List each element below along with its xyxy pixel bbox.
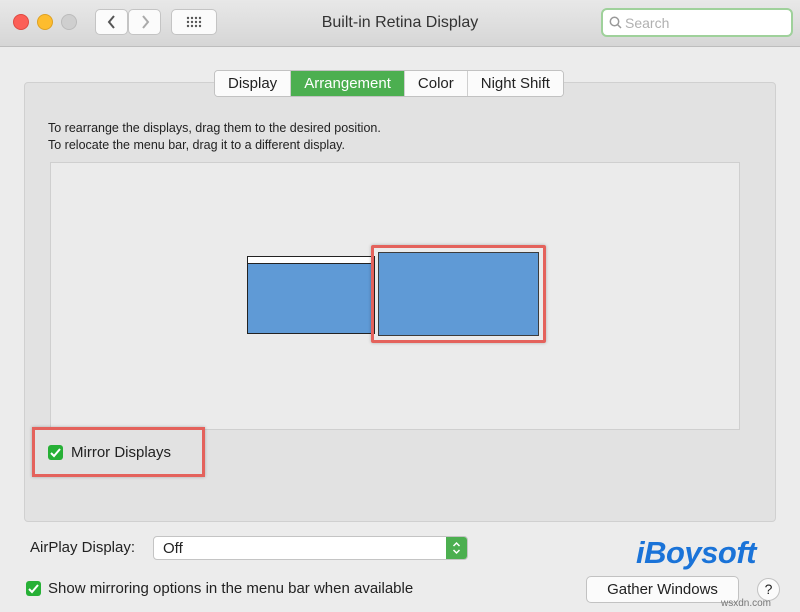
chevron-right-icon — [141, 15, 149, 29]
close-window-button[interactable] — [13, 14, 29, 30]
display-primary[interactable] — [247, 256, 375, 334]
airplay-select[interactable]: Off — [153, 536, 468, 560]
zoom-window-button[interactable] — [61, 14, 77, 30]
show-mirroring-label: Show mirroring options in the menu bar w… — [48, 580, 414, 597]
minimize-window-button[interactable] — [37, 14, 53, 30]
chevron-left-icon — [107, 15, 115, 29]
show-all-button[interactable] — [171, 9, 217, 35]
back-button[interactable] — [95, 9, 128, 35]
watermark: wsxdn.com — [721, 598, 772, 609]
forward-button[interactable] — [128, 9, 161, 35]
iboysoft-logo: iBoysoft — [636, 535, 757, 570]
airplay-label: AirPlay Display: — [30, 539, 136, 556]
gather-windows-button[interactable]: Gather Windows — [586, 576, 739, 603]
tab-bar: Display Arrangement Color Night Shift — [214, 70, 564, 97]
mirror-displays-label: Mirror Displays — [71, 444, 172, 461]
tab-display[interactable]: Display — [215, 71, 292, 96]
checkmark-icon — [50, 447, 61, 457]
instruction-text-menu-bar: To relocate the menu bar, drag it to a d… — [48, 138, 345, 152]
grid-icon — [186, 16, 202, 28]
show-mirroring-option[interactable]: Show mirroring options in the menu bar w… — [26, 580, 413, 597]
display-secondary[interactable] — [378, 252, 539, 336]
search-icon — [609, 16, 622, 29]
menu-bar-handle[interactable] — [248, 257, 374, 264]
tab-night-shift[interactable]: Night Shift — [467, 71, 563, 96]
select-arrows-icon — [446, 537, 467, 559]
mirror-displays-checkbox[interactable] — [48, 445, 63, 460]
title-bar: Built-in Retina Display Search — [0, 0, 800, 47]
checkmark-icon — [28, 583, 39, 593]
display-secondary-highlight — [371, 245, 546, 343]
mirror-displays-option[interactable]: Mirror Displays — [48, 444, 171, 461]
search-field[interactable]: Search — [601, 8, 793, 37]
instruction-text-rearrange: To rearrange the displays, drag them to … — [48, 121, 381, 135]
tab-arrangement[interactable]: Arrangement — [291, 71, 405, 96]
show-mirroring-checkbox[interactable] — [26, 581, 41, 596]
search-placeholder: Search — [625, 14, 670, 31]
airplay-selected-value: Off — [163, 540, 183, 557]
tab-color[interactable]: Color — [404, 71, 468, 96]
window-title: Built-in Retina Display — [321, 14, 479, 31]
